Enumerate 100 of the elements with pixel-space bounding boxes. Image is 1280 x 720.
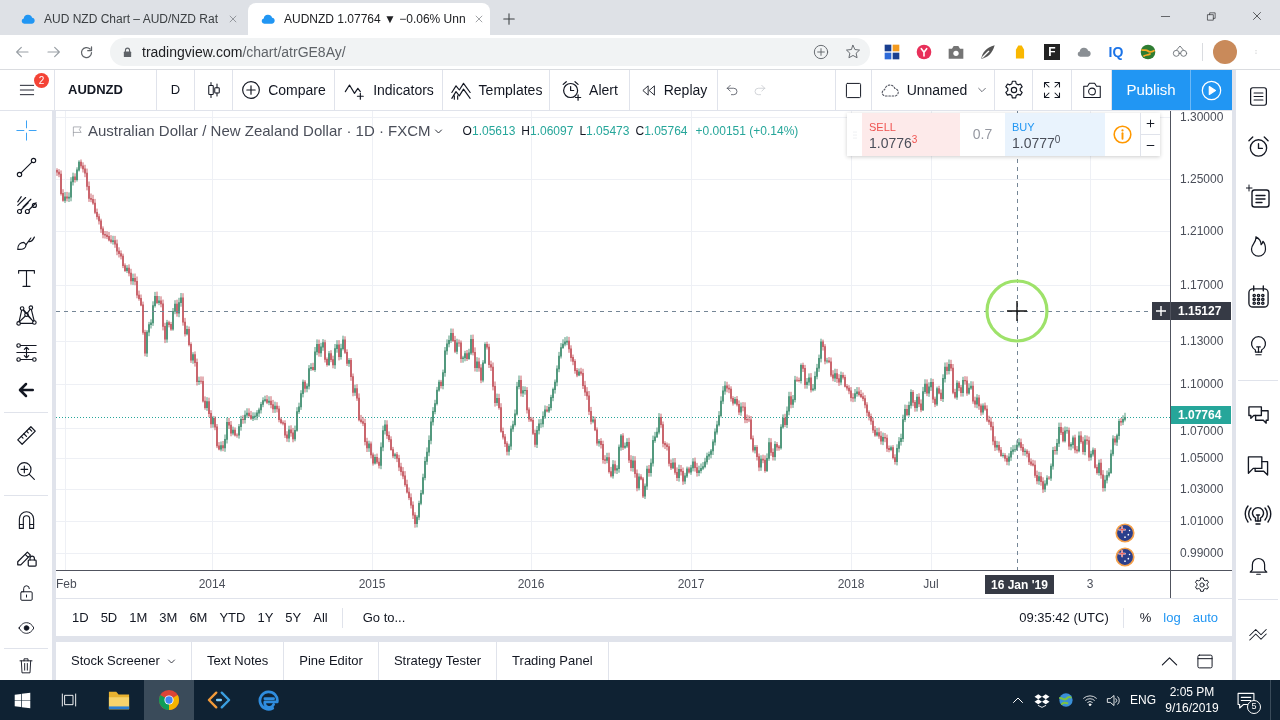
alert-button[interactable]: Alert [550,70,630,110]
chevron-up-icon[interactable] [1159,655,1179,667]
price-tick-label: 1.10000 [1180,377,1224,391]
task-view-icon[interactable] [60,692,78,708]
plus-icon[interactable] [1146,119,1155,128]
time-tick-label: 2018 [837,577,865,591]
extension-button[interactable]: F [1044,44,1060,60]
price-tick-label: 1.30000 [1180,110,1224,124]
templates-icon [449,80,472,100]
close-icon[interactable] [1251,10,1263,22]
time-tick-label: 2016 [517,577,545,591]
settings-gear-icon[interactable] [1003,80,1024,100]
zoom-in-icon[interactable] [16,461,36,481]
ohlc-value: O1.05613 [462,123,516,141]
flag-marker-icon[interactable] [1115,547,1135,567]
alarm-clock-plus-icon [561,79,583,101]
list-sparkle-icon[interactable] [1246,184,1270,208]
chat-bubble-icon[interactable] [1246,453,1270,477]
chevron-up-icon[interactable] [1012,696,1024,704]
clock-time[interactable]: 2:05 PM [1169,684,1215,700]
notification-badge: 2 [34,73,49,88]
ohlc-value: C1.05764 [635,123,688,141]
compare-button[interactable]: Compare [233,70,335,110]
caret-down-icon [977,85,988,95]
interval-button[interactable]: D [157,70,195,110]
square-icon[interactable] [845,81,862,99]
clock-date[interactable]: 9/16/2019 [1165,700,1219,716]
pitchfork-icon[interactable] [15,194,37,215]
go-to-button[interactable]: Go to... [350,604,418,631]
price-tick-label: 1.13000 [1180,334,1224,348]
price-tick-label: 1.01000 [1180,514,1224,528]
crosshair-time-label: 16 Jan '19 [985,575,1054,594]
restore-icon[interactable] [1205,10,1217,22]
price-change: +0.00151 (+0.14%) [695,123,799,141]
undo-icon[interactable] [724,83,740,97]
time-tick-label: 2017 [677,577,705,591]
ohlc-value: H1.06097 [521,123,574,141]
window-icon[interactable] [1196,652,1214,670]
add-plus-icon[interactable] [1152,302,1170,320]
camera-icon[interactable] [1081,81,1102,99]
grid-squares-icon[interactable] [884,44,900,60]
wifi-icon[interactable] [1082,693,1098,707]
leaf-icon[interactable] [980,44,996,60]
symbol-button[interactable]: AUDNZD [55,70,157,110]
indicators-button[interactable]: Indicators [335,70,443,110]
range-button[interactable]: 1M [123,604,154,631]
extension-button[interactable]: IQ [1108,45,1124,59]
flag-marker-icon[interactable] [1115,523,1135,543]
add-circle-icon[interactable] [813,44,829,60]
range-button[interactable]: YTD [213,604,252,631]
list-icon[interactable] [1247,84,1269,108]
calendar-icon[interactable] [1246,284,1270,308]
scale-option-button[interactable]: % [1133,604,1158,631]
range-button[interactable]: 1Y [251,604,280,631]
notification-icon[interactable] [1236,690,1256,710]
fullscreen-icon[interactable] [1043,81,1061,99]
magnet-icon[interactable] [16,510,36,530]
play-circle-icon[interactable] [1201,79,1222,101]
layout-name-button[interactable]: Unnamed [872,70,995,110]
range-button[interactable]: 1D [66,604,95,631]
sell-button[interactable]: SELL 1.0776$^{3}$ [862,113,960,156]
address-bar[interactable]: tradingview.com/chart/atrGE8Ay/ [110,38,870,66]
pattern-icon[interactable] [15,305,37,326]
range-button[interactable]: 3M [153,604,184,631]
avatar[interactable] [1213,40,1237,64]
dropbox-icon[interactable] [1034,692,1050,708]
speaker-icon[interactable] [1106,692,1122,708]
arrow-left-icon[interactable] [17,380,35,399]
range-button[interactable]: 5Y [279,604,308,631]
star-icon[interactable] [845,44,861,60]
windows-logo-icon[interactable] [13,691,31,709]
network-globe-icon[interactable] [1058,692,1074,708]
text-tool-icon[interactable] [15,268,37,289]
reload-icon[interactable] [78,44,94,60]
language-indicator[interactable]: ENG [1130,691,1156,709]
ruler-icon[interactable] [15,424,37,446]
replay-button[interactable]: Replay [630,70,718,110]
range-button[interactable]: 6M [183,604,214,631]
ohlc-value: L1.05473 [579,123,630,141]
new-tab-plus-icon[interactable] [502,12,516,26]
range-button[interactable]: 5D [94,604,124,631]
globe-icon[interactable] [1140,44,1156,60]
range-button[interactable]: All [307,604,334,631]
menu-icon[interactable] [17,82,37,98]
lightbulb-signal-icon[interactable] [1243,503,1273,527]
measure-lines-icon[interactable] [15,342,37,363]
taskbar-app[interactable] [144,680,194,720]
chat-bubbles-icon[interactable] [1245,403,1271,427]
settings-gear-icon[interactable] [1193,576,1210,593]
trash-icon[interactable] [18,656,34,674]
trend-line-icon[interactable] [15,157,37,178]
bookmark-tile-icon[interactable] [1013,44,1027,60]
circle-extension-icon[interactable] [916,44,932,60]
templates-button[interactable]: Templates [443,70,550,110]
caret-down-icon[interactable] [433,126,443,136]
browser-tab[interactable]: AUDNZD 1.07764 ▼ −0.06% Unn [248,3,490,35]
crosshair-icon[interactable] [15,120,37,141]
link-icon[interactable] [1171,44,1189,60]
buy-button[interactable]: BUY 1.0777$^{0}$ [1005,113,1105,156]
alarm-clock-icon[interactable] [1246,134,1270,158]
